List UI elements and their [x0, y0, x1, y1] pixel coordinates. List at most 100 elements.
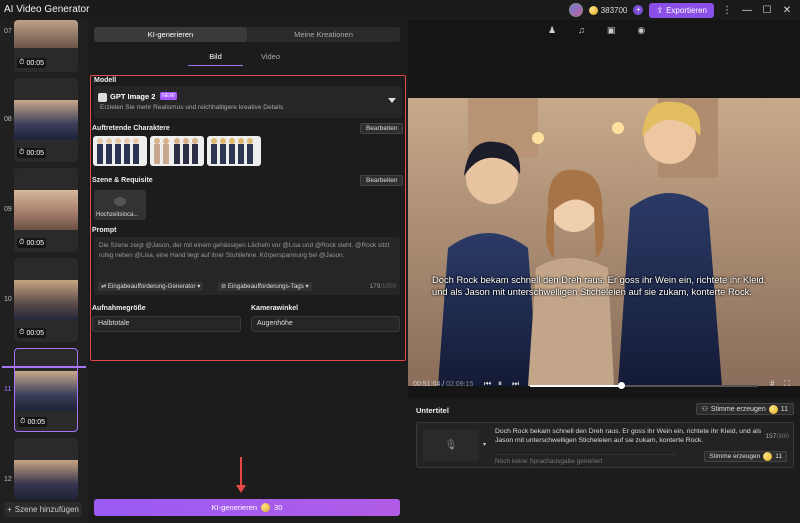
sparkle-icon: ⇄: [101, 283, 108, 290]
generate-cost: 30: [274, 503, 283, 512]
voice-settings-icon: ⚇: [701, 406, 708, 413]
app-window: AI Video Generator 383700 + ⇪ Exportiere…: [0, 0, 800, 523]
next-icon[interactable]: ⏭: [512, 379, 519, 389]
music-icon[interactable]: ♫: [578, 25, 585, 36]
main-tabs: KI-generieren Meine Kreationen: [94, 27, 400, 42]
progress-track[interactable]: [530, 385, 758, 387]
model-icon: [98, 93, 107, 102]
mic-icon: 🎙: [444, 439, 458, 451]
camera-angle-label: Kamerawinkel: [251, 305, 299, 312]
progress-fill: [530, 385, 622, 387]
tab-ai-generate[interactable]: KI-generieren: [94, 27, 247, 42]
preview-panel: ♟ ♫ ▣ ◉ Doch Rock bekam schnell den Dreh…: [408, 20, 800, 523]
credits-display: 383700: [588, 5, 628, 15]
coin-icon: [768, 404, 778, 414]
scene-duration: ⏱ 00:05: [17, 148, 46, 158]
avatar[interactable]: [568, 3, 583, 17]
preview-image: [408, 98, 800, 386]
voice-thumbnail[interactable]: 🎙: [423, 429, 479, 461]
pause-icon[interactable]: ⏸: [498, 379, 502, 389]
character-card[interactable]: [207, 136, 261, 166]
add-scene-button[interactable]: + Szene hinzufügen: [4, 502, 82, 517]
tab-image[interactable]: Bild: [188, 52, 243, 66]
scene-card[interactable]: [14, 438, 78, 500]
chevron-down-icon: [388, 98, 396, 103]
scene-card[interactable]: ⏱ 00:05: [14, 258, 78, 342]
app-title: AI Video Generator: [4, 4, 90, 15]
plus-icon: +: [7, 505, 12, 514]
scene-duration: ⏱ 00:05: [17, 58, 46, 68]
clock-icon: ⏱: [19, 239, 25, 246]
cc-icon[interactable]: ▣: [607, 25, 616, 36]
voice-icon[interactable]: ♟: [548, 25, 556, 36]
add-credits-button[interactable]: +: [633, 5, 644, 15]
shot-size-label: Aufnahmegröße: [92, 305, 146, 312]
prev-icon[interactable]: ⏮: [484, 379, 491, 389]
scene-card[interactable]: ⏱ 00:05: [14, 78, 78, 162]
character-card[interactable]: [150, 136, 204, 166]
title-bar: AI Video Generator 383700 + ⇪ Exportiere…: [0, 0, 800, 20]
more-icon[interactable]: ⋮: [720, 5, 734, 16]
avatar-icon[interactable]: ◉: [637, 25, 645, 36]
character-art: [211, 138, 253, 164]
scene-number: 07: [4, 28, 12, 35]
progress-handle[interactable]: [618, 382, 626, 389]
prop-placeholder-icon: [114, 197, 126, 206]
scene-props-label: Szene & Requisite: [92, 177, 153, 184]
scene-card[interactable]: ⏱ 00:05: [14, 20, 78, 72]
tab-my-creations[interactable]: Meine Kreationen: [247, 27, 400, 42]
prop-card[interactable]: Hochzeitsloca...: [94, 190, 146, 220]
subtitle-overlay: Doch Rock bekam schnell den Dreh raus. E…: [432, 274, 767, 297]
dropdown-icon[interactable]: ▾: [483, 441, 486, 448]
subtitle-text[interactable]: Doch Rock bekam schnell den Dreh raus. E…: [495, 427, 765, 445]
annotation-arrow: [236, 457, 246, 493]
character-art: [154, 138, 198, 164]
tag-icon: ⊘: [221, 283, 228, 290]
scene-number: 12: [4, 476, 12, 483]
minimize-icon[interactable]: —: [740, 5, 754, 16]
prompt-text: Die Szene zeigt @Jason, der mit einem ge…: [99, 242, 390, 259]
grid-icon[interactable]: #: [770, 379, 774, 388]
scene-number: 10: [4, 296, 12, 303]
ai-generate-button[interactable]: KI-generieren 30: [94, 499, 400, 516]
prompt-tags-chip[interactable]: ⊘ Eingabeaufforderungs-Tags ▾: [218, 282, 312, 291]
export-button[interactable]: ⇪ Exportieren: [649, 2, 714, 18]
character-card[interactable]: [93, 136, 147, 166]
prompt-generator-chip[interactable]: ⇄ Eingabeaufforderung-Generator ▾: [98, 282, 204, 291]
prompt-label: Prompt: [92, 227, 117, 234]
fullscreen-icon[interactable]: ⛶: [784, 379, 790, 389]
subtitles-title: Untertitel: [416, 406, 449, 415]
edit-characters-button[interactable]: Bearbeiten: [360, 123, 404, 134]
coin-icon: [261, 503, 271, 512]
generation-panel: KI-generieren Meine Kreationen Bild Vide…: [88, 20, 408, 523]
credits-value: 383700: [600, 5, 628, 15]
camera-angle-select[interactable]: Augenhöhe: [251, 316, 400, 332]
prompt-char-count: 179/1000: [369, 283, 396, 290]
scene-number: 11: [4, 386, 12, 393]
model-select[interactable]: GPT Image 2 NEW Erzielen Sie mehr Realis…: [94, 86, 402, 118]
scene-card-active[interactable]: ⏱ 00:05: [14, 348, 78, 432]
video-preview[interactable]: Doch Rock bekam schnell den Dreh raus. E…: [408, 98, 800, 386]
subtitle-row[interactable]: 🎙 ▾ Doch Rock bekam schnell den Dreh rau…: [416, 422, 794, 468]
export-label: Exportieren: [666, 5, 707, 15]
prompt-textarea[interactable]: Die Szene zeigt @Jason, der mit einem ge…: [94, 237, 400, 295]
scene-duration: ⏱ 00:05: [17, 328, 46, 338]
generate-label: KI-generieren: [211, 503, 258, 512]
generate-voice-button[interactable]: ⚇ Stimme erzeugen 11: [695, 403, 794, 415]
model-name: GPT Image 2: [110, 92, 156, 101]
add-scene-label: Szene hinzufügen: [14, 505, 79, 514]
tab-video[interactable]: Video: [243, 52, 298, 66]
maximize-icon[interactable]: ☐: [760, 5, 774, 16]
shot-size-select[interactable]: Halbtotale: [92, 316, 241, 332]
subtitles-panel: Untertitel ⚇ Stimme erzeugen 11 🎙 ▾ Doch…: [408, 398, 800, 523]
edit-scene-button[interactable]: Bearbeiten: [360, 175, 404, 186]
scene-card[interactable]: ⏱ 00:05: [14, 168, 78, 252]
timecode: 00:51:04 / 02:09:15: [413, 381, 474, 388]
export-icon: ⇪: [656, 5, 664, 15]
character-art: [97, 138, 139, 164]
generate-voice-row-button[interactable]: Stimme erzeugen 11: [704, 451, 787, 462]
new-badge: NEW: [160, 92, 177, 100]
clock-icon: ⏱: [20, 418, 26, 425]
close-icon[interactable]: ✕: [780, 5, 794, 16]
subtitle-char-count: 157/300: [765, 433, 789, 440]
